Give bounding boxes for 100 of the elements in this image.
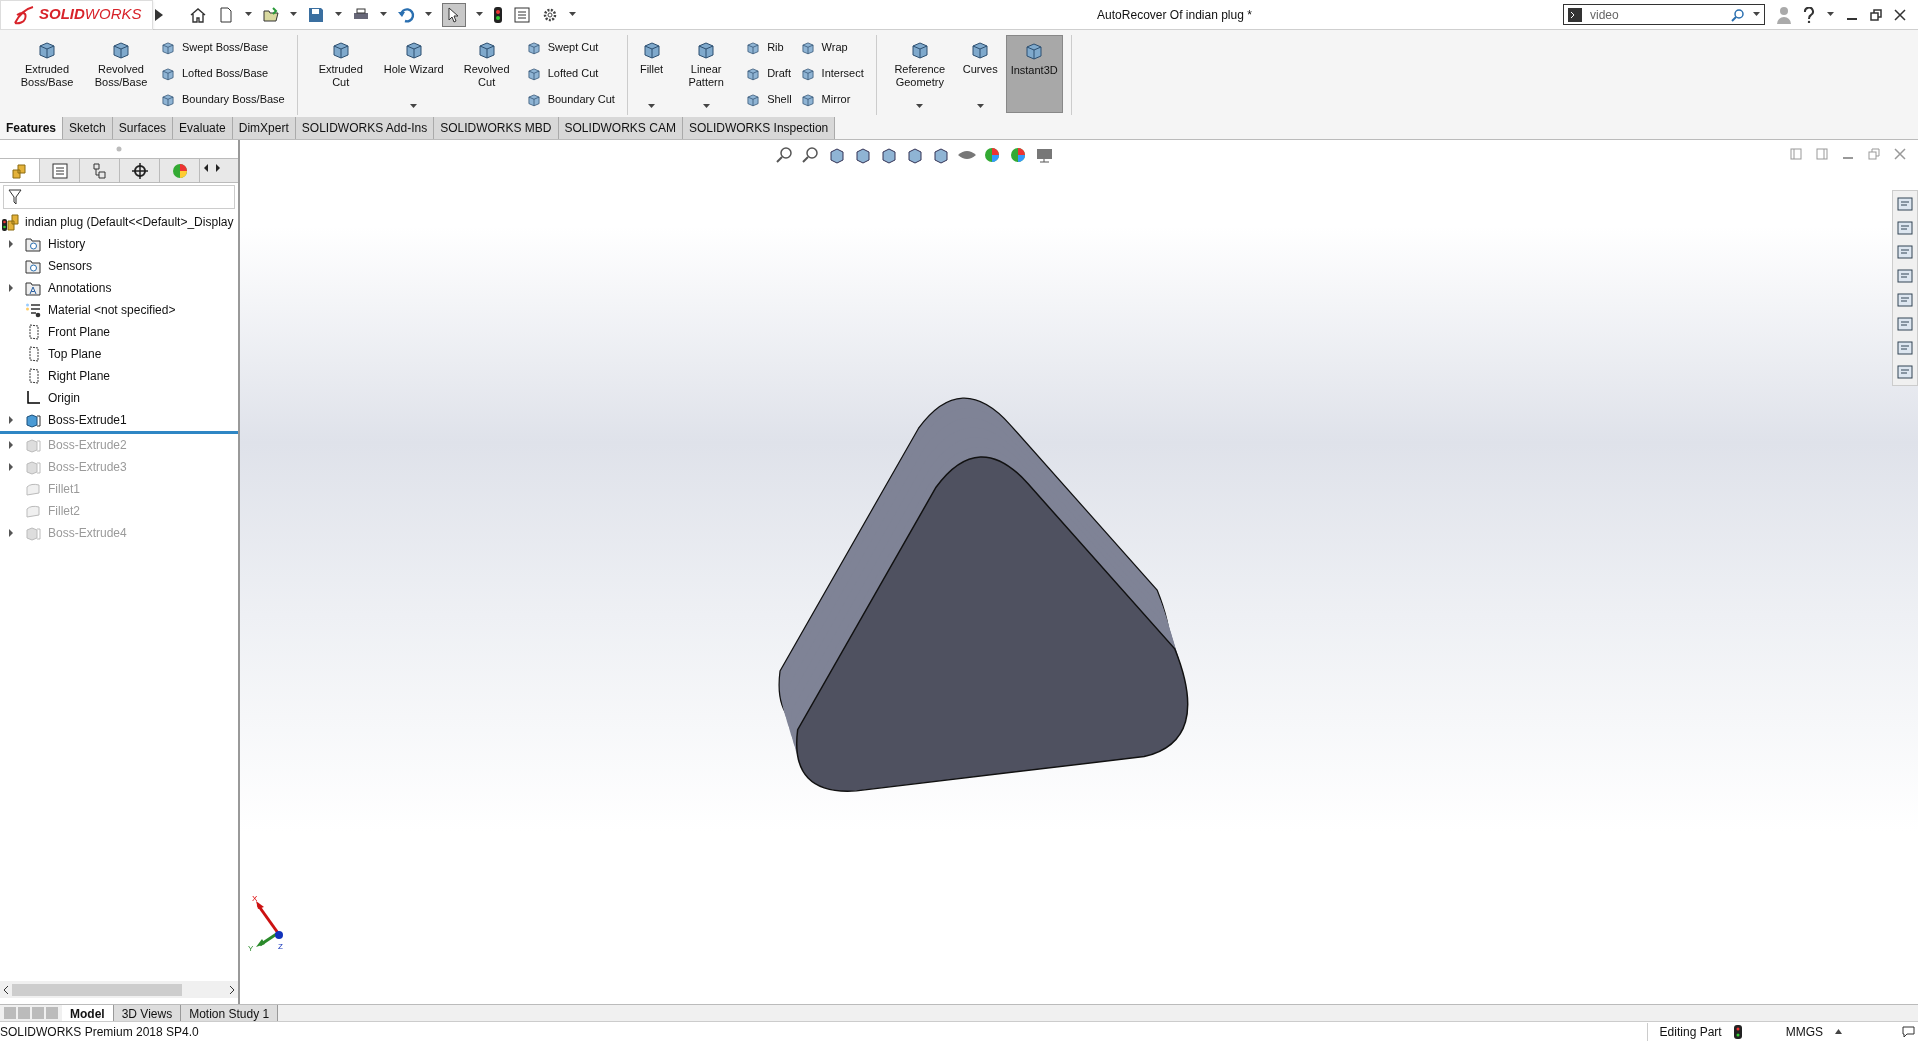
view-settings-icon[interactable] (1035, 146, 1055, 164)
command-button[interactable]: Boundary Boss/Base (160, 89, 289, 110)
undo-icon[interactable] (397, 5, 415, 24)
command-tab[interactable]: SOLIDWORKS MBD (434, 117, 559, 139)
command-button[interactable]: Linear Pattern (671, 35, 742, 113)
command-button[interactable]: Lofted Boss/Base (160, 63, 289, 84)
expand-menu-icon[interactable] (153, 7, 165, 22)
horizontal-scrollbar[interactable] (0, 981, 238, 998)
annotations-folder-icon (25, 280, 41, 296)
tree-item[interactable]: Annotations (0, 277, 238, 299)
extrude-feature-icon (25, 412, 41, 428)
model-tab[interactable]: Model (62, 1005, 114, 1021)
search-icon (1731, 7, 1745, 22)
cube-icon (160, 91, 176, 108)
zoom-to-fit-icon[interactable] (775, 146, 795, 164)
tree-item[interactable]: History (0, 233, 238, 255)
command-button[interactable]: Curves (958, 35, 1002, 113)
feature-tree-tab[interactable] (0, 159, 40, 182)
cursor-icon (447, 6, 461, 23)
traffic-light-icon (1733, 1024, 1742, 1039)
command-button[interactable]: Swept Boss/Base (160, 37, 289, 58)
caret-icon (425, 12, 432, 17)
window-title: AutoRecover Of indian plug * (1097, 6, 1252, 24)
save-icon[interactable] (307, 5, 325, 24)
restore-icon[interactable] (1870, 8, 1882, 21)
command-button[interactable]: Revolved Boss/Base (86, 35, 156, 113)
command-button[interactable]: Mirror (799, 89, 868, 110)
command-tab[interactable]: DimXpert (232, 117, 296, 139)
tree-item[interactable]: Boss-Extrude1 (0, 409, 238, 434)
units-button[interactable]: MMGS (1773, 1022, 1835, 1041)
command-button[interactable]: Boundary Cut (525, 89, 619, 110)
chat-bubble-icon[interactable] (1902, 1024, 1918, 1039)
command-tab[interactable]: SOLIDWORKS Add-Ins (295, 117, 435, 139)
close-icon[interactable] (1894, 8, 1906, 21)
search-field[interactable]: video (1563, 4, 1765, 25)
command-button[interactable]: Draft (745, 63, 796, 84)
command-prompt-icon (1568, 7, 1582, 22)
tree-item[interactable]: Front Plane (0, 321, 238, 343)
caret-icon (476, 12, 483, 17)
command-button[interactable]: Extruded Cut (305, 35, 376, 113)
caret-up-icon[interactable] (1835, 1029, 1842, 1034)
command-button[interactable]: Fillet (635, 35, 668, 113)
help-icon[interactable] (1803, 6, 1815, 23)
command-button[interactable]: Extruded Boss/Base (12, 35, 82, 113)
command-button[interactable]: Shell (745, 89, 796, 110)
grip-icon (116, 146, 122, 152)
expand-arrow-icon[interactable] (8, 463, 14, 471)
filter-field[interactable] (3, 185, 235, 209)
tree-item[interactable]: Sensors (0, 255, 238, 277)
command-button[interactable]: Revolved Cut (451, 35, 522, 113)
command-button[interactable]: Intersect (799, 63, 868, 84)
command-tab[interactable]: SOLIDWORKS CAM (558, 117, 683, 139)
cube-icon (160, 39, 176, 56)
cube-icon (36, 39, 58, 61)
cube-icon (745, 65, 762, 82)
status-text: SOLIDWORKS Premium 2018 SP4.0 (0, 1023, 199, 1041)
command-tab[interactable]: Sketch (63, 117, 113, 139)
expand-arrow-icon[interactable] (8, 416, 14, 424)
command-button[interactable]: Reference Geometry (884, 35, 955, 113)
status-mode: Editing Part (1646, 1022, 1734, 1041)
expand-arrow-icon[interactable] (8, 529, 14, 537)
command-button[interactable]: Instant3D (1005, 35, 1063, 113)
axis-triad-drawing: X Y Z (248, 895, 288, 951)
command-button[interactable]: Wrap (799, 37, 868, 58)
caret-icon (702, 104, 710, 109)
folder-icon (25, 258, 41, 274)
open-folder-icon[interactable] (262, 5, 280, 24)
list-icon[interactable] (513, 5, 531, 24)
command-button[interactable]: Lofted Cut (525, 63, 619, 84)
new-document-icon[interactable] (217, 5, 235, 24)
model-tab[interactable]: Motion Study 1 (181, 1005, 279, 1021)
cube-icon (799, 39, 816, 56)
command-button[interactable]: Rib (745, 37, 796, 58)
material-icon (25, 302, 41, 318)
part-tree-icon (10, 161, 29, 180)
tree-item[interactable]: Top Plane (0, 343, 238, 365)
tree-item[interactable]: Origin (0, 387, 238, 409)
command-tab[interactable]: Evaluate (173, 117, 233, 139)
color-wheel-icon (170, 161, 189, 180)
cube-icon (799, 65, 816, 82)
select-tool-button[interactable] (442, 2, 466, 27)
tree-item[interactable]: Right Plane (0, 365, 238, 387)
tree-item[interactable]: Material <not specified> (0, 299, 238, 321)
expand-arrow-icon[interactable] (8, 240, 14, 248)
zoom-area-icon[interactable] (801, 146, 821, 164)
command-tab[interactable]: Surfaces (112, 117, 174, 139)
graphics-area[interactable]: X Y Z (240, 140, 1918, 1004)
caret-icon (976, 104, 984, 109)
tree-item[interactable]: indian plug (Default<<Default>_Display (0, 211, 238, 233)
cube-icon (745, 39, 762, 56)
command-button[interactable]: Hole Wizard (379, 35, 448, 113)
command-button[interactable]: Swept Cut (525, 37, 619, 58)
fillet-feature-icon (25, 481, 41, 497)
model-tab[interactable]: 3D Views (113, 1005, 182, 1021)
expand-arrow-icon[interactable] (8, 284, 14, 292)
traffic-light-icon[interactable] (493, 5, 503, 24)
extrude-feature-icon (25, 525, 41, 541)
expand-arrow-icon[interactable] (8, 441, 14, 449)
caret-icon (245, 12, 252, 17)
command-tab[interactable]: SOLIDWORKS Inspection (682, 117, 836, 139)
